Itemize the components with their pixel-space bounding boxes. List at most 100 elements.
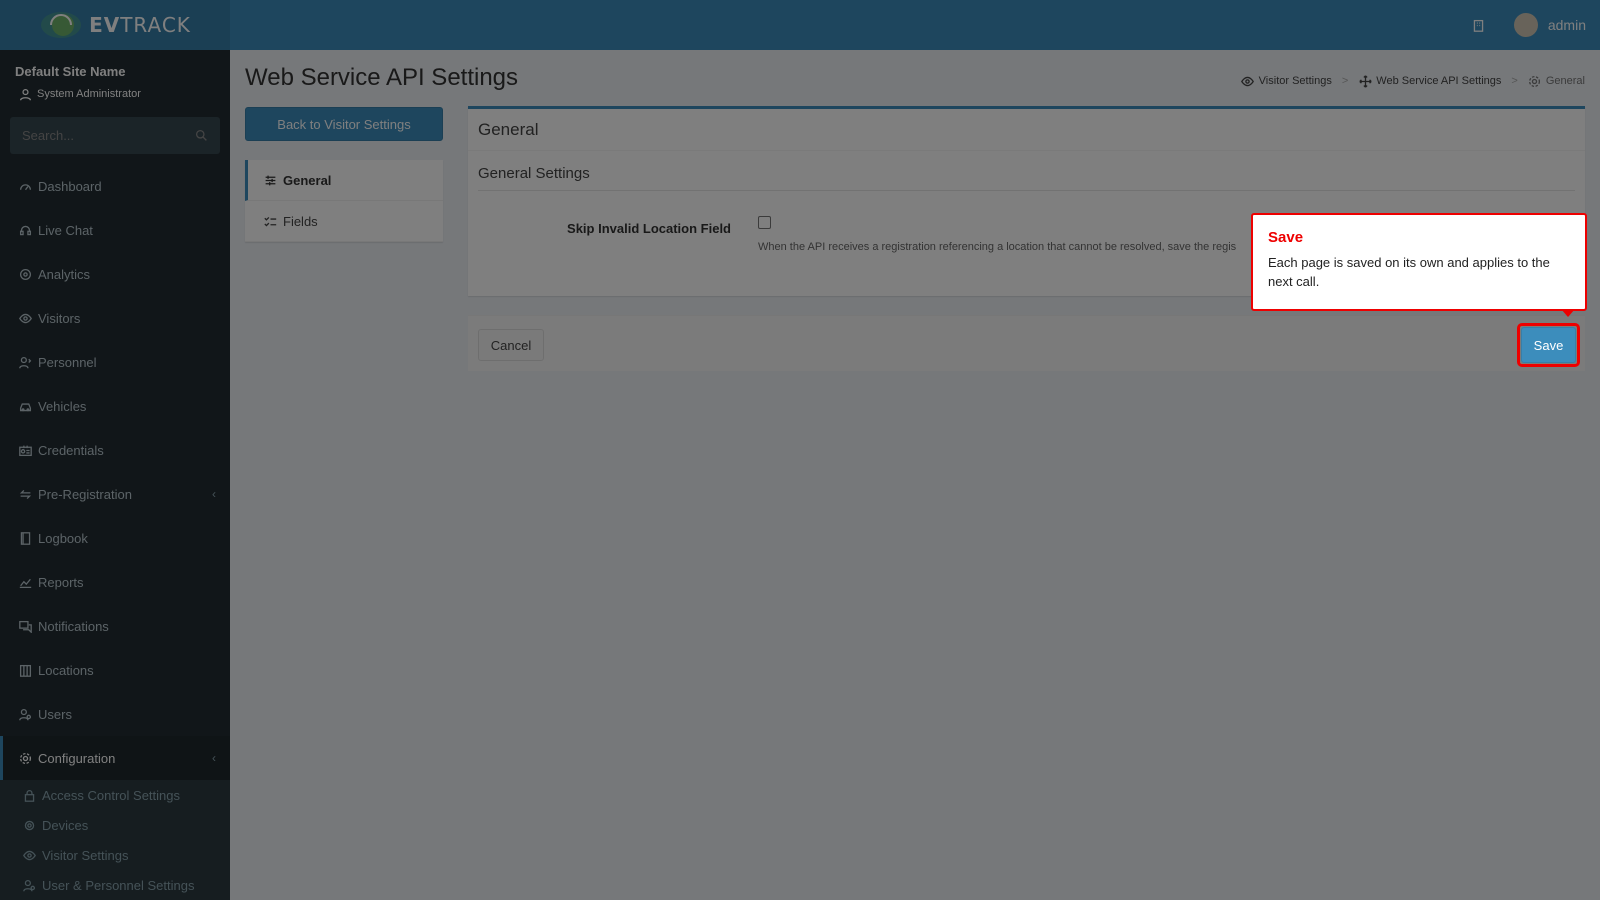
logo[interactable]: EVTRACK — [0, 0, 230, 50]
top-navbar: admin — [230, 0, 1600, 50]
logo-mark-icon — [39, 10, 83, 40]
chevron-left-icon[interactable]: ‹ — [212, 751, 216, 765]
cancel-button[interactable]: Cancel — [478, 329, 544, 361]
help-text: When the API receives a registration ref… — [758, 241, 1237, 253]
user-icon — [18, 87, 32, 101]
users-icon — [18, 707, 32, 721]
sidebar-item-label: Dashboard — [38, 178, 102, 194]
breadcrumb-general: General — [1528, 74, 1585, 88]
sidebar-item-label: Analytics — [38, 266, 91, 282]
sidebar-item-label: Live Chat — [38, 222, 93, 238]
sidebar-nav: Dashboard Live Chat Analytics Visitors P… — [0, 164, 230, 780]
sidebar-item-notifications[interactable]: Notifications — [0, 604, 230, 648]
sidebar-subitem-label: Access Control Settings — [42, 787, 181, 803]
sidebar-item-live-chat[interactable]: Live Chat — [0, 208, 230, 252]
sidebar-item-label: Credentials — [38, 442, 104, 458]
tab-label: Fields — [283, 213, 318, 229]
save-button[interactable]: Save — [1521, 327, 1576, 363]
sidebar-item-label: Notifications — [38, 618, 109, 634]
sidebar-item-label: Visitors — [38, 310, 81, 326]
sidebar-item-pre-registration[interactable]: Pre-Registration ‹ — [0, 472, 230, 516]
eye-icon — [1241, 74, 1255, 88]
sidebar-item-label: Reports — [38, 574, 84, 590]
sidebar-item-analytics[interactable]: Analytics — [0, 252, 230, 296]
id-card-icon — [18, 443, 32, 457]
sidebar-item-personnel[interactable]: Personnel — [0, 340, 230, 384]
tooltip-body: Each page is saved on its own and applie… — [1268, 255, 1550, 289]
personnel-icon — [18, 355, 32, 369]
sidebar-subitem-user-personnel-settings[interactable]: User & Personnel Settings — [0, 870, 230, 900]
site-name: Default Site Name — [15, 64, 126, 79]
sidebar-subitem-label: Devices — [42, 817, 89, 833]
section-title: General Settings — [478, 165, 1575, 191]
sidebar-item-label: Configuration — [38, 750, 116, 766]
chevron-left-icon[interactable]: ‹ — [212, 487, 216, 501]
sidebar-item-visitors[interactable]: Visitors — [0, 296, 230, 340]
checklist-icon — [263, 214, 277, 228]
breadcrumb-separator: > — [1341, 75, 1349, 87]
breadcrumb-label: Web Service API Settings — [1376, 75, 1502, 87]
sidebar-item-locations[interactable]: Locations — [0, 648, 230, 692]
sidebar-item-vehicles[interactable]: Vehicles — [0, 384, 230, 428]
configuration-submenu: Access Control Settings Devices Visitor … — [0, 780, 230, 900]
avatar — [1513, 13, 1538, 37]
comments-icon — [18, 619, 32, 633]
sidebar-item-reports[interactable]: Reports — [0, 560, 230, 604]
back-to-visitor-settings-button[interactable]: Back to Visitor Settings — [245, 107, 443, 141]
breadcrumb-visitor-settings[interactable]: Visitor Settings — [1241, 74, 1332, 88]
tab-label: General — [283, 172, 332, 188]
tab-fields[interactable]: Fields — [245, 201, 443, 242]
sidebar-item-credentials[interactable]: Credentials — [0, 428, 230, 472]
skip-invalid-location-checkbox[interactable] — [758, 216, 771, 229]
gear-icon — [18, 751, 32, 765]
main-content: Web Service API Settings Visitor Setting… — [230, 50, 1600, 900]
sidebar-subitem-label: User & Personnel Settings — [42, 877, 195, 893]
page-title: Web Service API Settings — [245, 64, 519, 91]
analytics-icon — [18, 267, 32, 281]
sidebar-subitem-access-control[interactable]: Access Control Settings — [0, 780, 230, 810]
car-icon — [18, 399, 32, 413]
sidebar-item-logbook[interactable]: Logbook — [0, 516, 230, 560]
sidebar-item-label: Users — [38, 706, 72, 722]
tab-general[interactable]: General — [245, 160, 443, 201]
breadcrumb: Visitor Settings > Web Service API Setti… — [1241, 74, 1585, 88]
lock-icon — [22, 788, 36, 802]
chart-icon — [18, 575, 32, 589]
sidebar: EVTRACK Default Site Name System Adminis… — [0, 0, 230, 900]
sidebar-subitem-label: Visitor Settings — [42, 847, 129, 863]
tour-tooltip: Save Each page is saved on its own and a… — [1251, 213, 1587, 317]
search-icon[interactable] — [194, 129, 208, 143]
tooltip-arrow — [1561, 309, 1575, 317]
building-icon — [18, 663, 32, 677]
panel-title: General — [468, 109, 1585, 151]
skip-invalid-location-label: Skip Invalid Location Field — [567, 221, 731, 236]
sidebar-item-label: Logbook — [38, 530, 88, 546]
sidebar-item-dashboard[interactable]: Dashboard — [0, 164, 230, 208]
settings-tabs: General Fields — [245, 160, 443, 242]
sidebar-item-users[interactable]: Users — [0, 692, 230, 736]
book-icon — [18, 531, 32, 545]
eye-icon — [18, 311, 32, 325]
eye-icon — [22, 848, 36, 862]
sliders-icon — [263, 173, 277, 187]
exchange-icon — [18, 487, 32, 501]
search-input[interactable] — [22, 128, 172, 143]
sidebar-item-label: Locations — [38, 662, 94, 678]
user-role: System Administrator — [15, 87, 215, 101]
breadcrumb-web-service[interactable]: Web Service API Settings — [1358, 74, 1501, 88]
username: admin — [1547, 17, 1586, 33]
gear-icon — [1528, 74, 1542, 88]
user-menu[interactable]: admin — [1513, 13, 1586, 37]
form-footer: Cancel — [468, 315, 1585, 371]
sidebar-item-label: Personnel — [38, 354, 97, 370]
headset-icon — [18, 223, 32, 237]
breadcrumb-separator: > — [1511, 75, 1518, 87]
dashboard-icon — [18, 179, 32, 193]
sidebar-subitem-visitor-settings[interactable]: Visitor Settings — [0, 840, 230, 870]
user-panel: Default Site Name System Administrator — [0, 50, 230, 109]
sidebar-subitem-devices[interactable]: Devices — [0, 810, 230, 840]
sidebar-item-label: Pre-Registration — [38, 486, 132, 502]
sidebar-item-configuration[interactable]: Configuration ‹ — [0, 736, 230, 780]
building-icon[interactable] — [1472, 18, 1486, 32]
breadcrumb-label: Visitor Settings — [1258, 75, 1332, 87]
